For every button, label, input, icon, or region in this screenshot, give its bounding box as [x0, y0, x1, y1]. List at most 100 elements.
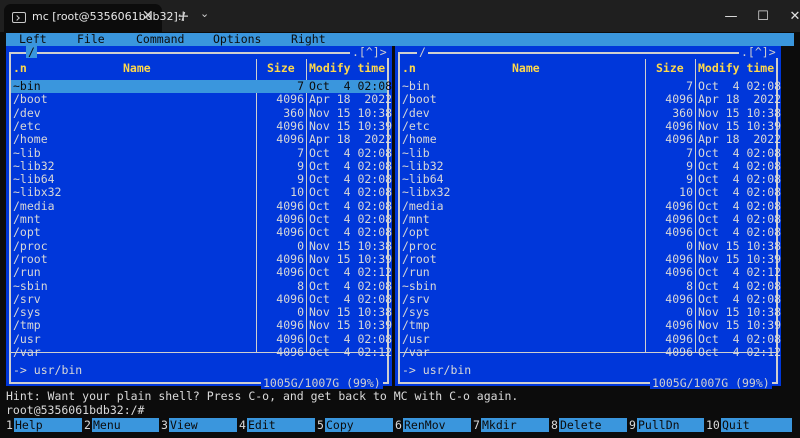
file-name[interactable]: /srv: [13, 292, 41, 306]
right-panel[interactable]: / .[^]> .n Name Size Modify time ~bin 7 Oct 4 02…: [395, 46, 781, 389]
file-name[interactable]: /dev: [13, 106, 41, 120]
file-mtime[interactable]: Oct 4 02:12: [698, 345, 781, 359]
file-name[interactable]: /run: [402, 265, 430, 279]
file-size[interactable]: 9: [647, 172, 693, 186]
menu-right[interactable]: Right: [291, 33, 326, 46]
file-size[interactable]: 0: [647, 305, 693, 319]
file-name[interactable]: /tmp: [402, 319, 430, 333]
file-name[interactable]: /root: [13, 252, 48, 266]
file-size[interactable]: 10: [258, 186, 304, 200]
file-size[interactable]: 4096: [258, 265, 304, 279]
file-name[interactable]: /var: [13, 345, 41, 359]
file-size[interactable]: 4096: [647, 252, 693, 266]
file-mtime[interactable]: Oct 4 02:08: [309, 186, 392, 200]
close-button[interactable]: ✕: [772, 0, 800, 32]
fkey-view-button[interactable]: View: [169, 418, 237, 432]
file-name[interactable]: ~lib64: [13, 172, 55, 186]
file-mtime[interactable]: Oct 4 02:08: [309, 292, 392, 306]
terminal-area[interactable]: Left File Command Options Right / .[^]> .n…: [6, 32, 794, 438]
file-mtime[interactable]: Apr 18 2022: [698, 92, 781, 106]
file-size[interactable]: 0: [258, 239, 304, 253]
file-name[interactable]: /sys: [13, 305, 41, 319]
right-panel-corner-controls[interactable]: .[^]>: [739, 46, 778, 58]
file-size[interactable]: 4096: [647, 332, 693, 346]
file-name[interactable]: /srv: [402, 292, 430, 306]
new-tab-button[interactable]: +: [177, 7, 190, 25]
column-header-size[interactable]: Size: [267, 61, 295, 75]
file-name[interactable]: /media: [13, 199, 55, 213]
file-mtime[interactable]: Oct 4 02:08: [309, 146, 392, 160]
column-header-name[interactable]: Name: [123, 61, 151, 75]
file-mtime[interactable]: Oct 4 02:08: [309, 332, 392, 346]
file-size[interactable]: 9: [258, 159, 304, 173]
file-name[interactable]: ~lib32: [13, 159, 55, 173]
file-size[interactable]: 4096: [647, 132, 693, 146]
column-header-name[interactable]: Name: [512, 61, 540, 75]
file-mtime[interactable]: Oct 4 02:08: [698, 159, 781, 173]
file-mtime[interactable]: Nov 15 10:38: [698, 305, 781, 319]
file-mtime[interactable]: Nov 15 10:38: [309, 106, 392, 120]
file-mtime[interactable]: Nov 15 10:39: [309, 252, 392, 266]
file-mtime[interactable]: Oct 4 02:08: [698, 279, 781, 293]
file-mtime[interactable]: Oct 4 02:08: [698, 186, 781, 200]
file-size[interactable]: 7: [647, 79, 693, 93]
sort-indicator[interactable]: .n: [13, 61, 27, 75]
file-name[interactable]: /home: [402, 132, 437, 146]
file-name[interactable]: ~lib32: [402, 159, 444, 173]
file-mtime[interactable]: Nov 15 10:38: [309, 305, 392, 319]
file-name[interactable]: /mnt: [13, 212, 41, 226]
file-mtime[interactable]: Oct 4 02:08: [309, 172, 392, 186]
file-size[interactable]: 4096: [258, 132, 304, 146]
left-panel-path[interactable]: /: [26, 46, 37, 58]
file-mtime[interactable]: Nov 15 10:39: [698, 119, 781, 133]
file-name[interactable]: /sys: [402, 305, 430, 319]
file-mtime[interactable]: Nov 15 10:39: [309, 119, 392, 133]
file-mtime[interactable]: Nov 15 10:38: [698, 239, 781, 253]
file-mtime[interactable]: Oct 4 02:12: [309, 265, 392, 279]
file-mtime[interactable]: Oct 4 02:08: [309, 159, 392, 173]
fkey-copy-button[interactable]: Copy: [325, 418, 393, 432]
file-size[interactable]: 0: [258, 305, 304, 319]
file-name[interactable]: /run: [13, 265, 41, 279]
column-header-mtime[interactable]: Modify time: [698, 61, 774, 75]
file-name[interactable]: /tmp: [13, 319, 41, 333]
file-size[interactable]: 9: [647, 159, 693, 173]
file-size[interactable]: 4096: [647, 345, 693, 359]
file-mtime[interactable]: Apr 18 2022: [698, 132, 781, 146]
file-mtime[interactable]: Nov 15 10:38: [309, 239, 392, 253]
file-name[interactable]: /dev: [402, 106, 430, 120]
file-mtime[interactable]: Oct 4 02:08: [698, 225, 781, 239]
chevron-down-icon[interactable]: ⌄: [200, 7, 209, 20]
fkey-delete-button[interactable]: Delete: [559, 418, 627, 432]
file-size[interactable]: 4096: [258, 319, 304, 333]
file-size[interactable]: 4096: [258, 225, 304, 239]
file-size[interactable]: 0: [647, 239, 693, 253]
file-size[interactable]: 10: [647, 186, 693, 200]
file-size[interactable]: 360: [647, 106, 693, 120]
file-size[interactable]: 7: [647, 146, 693, 160]
fkey-renmov-button[interactable]: RenMov: [403, 418, 471, 432]
file-size[interactable]: 4096: [647, 119, 693, 133]
file-size[interactable]: 7: [258, 146, 304, 160]
file-name[interactable]: /usr: [13, 332, 41, 346]
file-size[interactable]: 8: [258, 279, 304, 293]
shell-prompt[interactable]: root@5356061bdb32:/#: [6, 403, 144, 417]
file-mtime[interactable]: Oct 4 02:08: [309, 199, 392, 213]
file-name[interactable]: ~libx32: [13, 186, 61, 200]
file-size[interactable]: 8: [647, 279, 693, 293]
file-name[interactable]: /proc: [402, 239, 437, 253]
file-name[interactable]: /var: [402, 345, 430, 359]
file-name[interactable]: ~lib: [13, 146, 41, 160]
file-mtime[interactable]: Nov 15 10:39: [698, 252, 781, 266]
file-name[interactable]: /root: [402, 252, 437, 266]
file-name[interactable]: /etc: [402, 119, 430, 133]
fkey-menu-button[interactable]: Menu: [92, 418, 159, 432]
file-size[interactable]: 4096: [258, 332, 304, 346]
file-name[interactable]: ~libx32: [402, 186, 450, 200]
fkey-quit-button[interactable]: Quit: [721, 418, 792, 432]
file-mtime[interactable]: Oct 4 02:08: [698, 332, 781, 346]
file-mtime[interactable]: Apr 18 2022: [309, 132, 392, 146]
file-name[interactable]: ~sbin: [13, 279, 48, 293]
file-mtime[interactable]: Oct 4 02:08: [698, 146, 781, 160]
file-size[interactable]: 4096: [258, 252, 304, 266]
